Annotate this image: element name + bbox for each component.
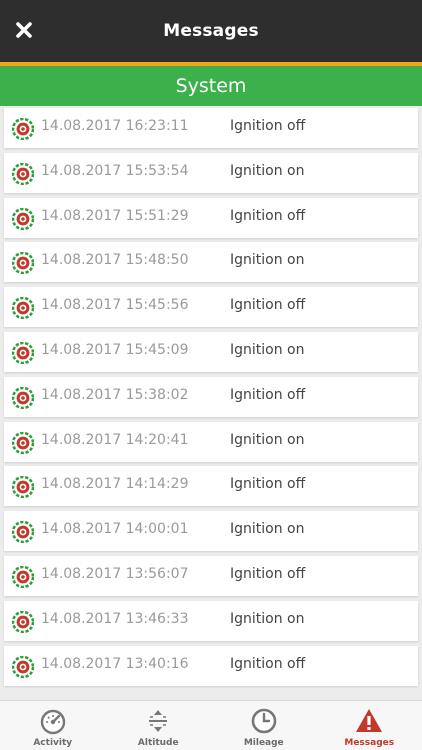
section-header: System bbox=[0, 66, 422, 106]
warning-icon bbox=[355, 707, 383, 735]
message-row[interactable]: 14.08.2017 14:14:29 Ignition off bbox=[4, 466, 418, 507]
message-row[interactable]: 14.08.2017 15:51:29 Ignition off bbox=[4, 197, 418, 238]
message-text: Ignition on bbox=[230, 610, 305, 627]
ignition-status-icon bbox=[11, 341, 35, 365]
message-text: Ignition off bbox=[230, 386, 306, 403]
message-row[interactable]: 14.08.2017 13:40:16 Ignition off bbox=[4, 645, 418, 686]
message-row[interactable]: 14.08.2017 15:53:54 Ignition on bbox=[4, 152, 418, 193]
ignition-status-icon bbox=[11, 207, 35, 230]
message-row[interactable]: 14.08.2017 16:23:11 Ignition off bbox=[4, 108, 418, 148]
tab-altitude[interactable]: Altitude bbox=[106, 701, 212, 750]
message-timestamp: 14.08.2017 13:46:33 bbox=[41, 610, 189, 627]
message-timestamp: 14.08.2017 15:45:56 bbox=[41, 297, 189, 314]
message-text: Ignition off bbox=[230, 118, 306, 134]
tab-label: Altitude bbox=[137, 738, 179, 748]
ignition-status-icon bbox=[11, 431, 35, 454]
message-timestamp: 14.08.2017 14:20:41 bbox=[41, 431, 189, 448]
message-row[interactable]: 14.08.2017 15:38:02 Ignition off bbox=[4, 376, 418, 417]
ignition-status-icon bbox=[11, 117, 35, 141]
bottom-tab-bar: Activity Altitude Mileage Messages bbox=[0, 700, 422, 750]
message-text: Ignition on bbox=[230, 521, 305, 538]
ignition-status-icon bbox=[11, 296, 35, 320]
tab-mileage[interactable]: Mileage bbox=[211, 701, 317, 750]
close-button[interactable] bbox=[12, 18, 36, 42]
ignition-status-icon bbox=[11, 520, 35, 544]
ignition-status-icon bbox=[11, 162, 35, 186]
close-icon bbox=[16, 22, 32, 38]
message-timestamp: 14.08.2017 15:51:29 bbox=[41, 207, 189, 224]
message-timestamp: 14.08.2017 13:40:16 bbox=[41, 655, 189, 672]
message-text: Ignition on bbox=[230, 252, 305, 269]
speedometer-icon bbox=[39, 707, 67, 735]
ignition-status-icon bbox=[11, 655, 35, 678]
message-text: Ignition off bbox=[230, 476, 306, 493]
clock-icon bbox=[250, 707, 278, 735]
message-row[interactable]: 14.08.2017 15:45:09 Ignition on bbox=[4, 332, 418, 372]
page-title: Messages bbox=[163, 21, 259, 41]
message-text: Ignition off bbox=[230, 207, 306, 224]
message-row[interactable]: 14.08.2017 14:20:41 Ignition on bbox=[4, 421, 418, 462]
ignition-status-icon bbox=[11, 610, 35, 634]
message-text: Ignition off bbox=[230, 655, 306, 672]
message-text: Ignition off bbox=[230, 297, 306, 314]
message-timestamp: 14.08.2017 13:56:07 bbox=[41, 566, 189, 582]
message-timestamp: 14.08.2017 14:00:01 bbox=[41, 521, 189, 538]
tab-label: Activity bbox=[33, 738, 73, 748]
message-list[interactable]: 14.08.2017 16:23:11 Ignition off 14.08.201… bbox=[0, 106, 422, 700]
message-timestamp: 14.08.2017 15:53:54 bbox=[41, 162, 189, 179]
message-text: Ignition on bbox=[230, 162, 305, 179]
tab-label: Messages bbox=[344, 738, 395, 748]
message-timestamp: 14.08.2017 15:48:50 bbox=[41, 252, 189, 269]
tab-activity[interactable]: Activity bbox=[0, 701, 106, 750]
message-text: Ignition off bbox=[230, 566, 306, 582]
message-row[interactable]: 14.08.2017 13:46:33 Ignition on bbox=[4, 600, 418, 641]
message-timestamp: 14.08.2017 15:45:09 bbox=[41, 342, 189, 358]
ignition-status-icon bbox=[11, 476, 35, 499]
ignition-status-icon bbox=[11, 252, 35, 275]
message-row[interactable]: 14.08.2017 15:45:56 Ignition off bbox=[4, 287, 418, 328]
message-timestamp: 14.08.2017 15:38:02 bbox=[41, 386, 189, 403]
section-title: System bbox=[175, 75, 247, 97]
ignition-status-icon bbox=[11, 386, 35, 410]
altitude-icon bbox=[144, 707, 172, 735]
app-header: Messages bbox=[0, 0, 422, 62]
message-timestamp: 14.08.2017 16:23:11 bbox=[41, 118, 189, 134]
tab-label: Mileage bbox=[243, 738, 284, 748]
message-text: Ignition on bbox=[230, 431, 305, 448]
message-timestamp: 14.08.2017 14:14:29 bbox=[41, 476, 189, 493]
message-row[interactable]: 14.08.2017 15:48:50 Ignition on bbox=[4, 242, 418, 283]
message-row[interactable]: 14.08.2017 13:56:07 Ignition off bbox=[4, 556, 418, 596]
ignition-status-icon bbox=[11, 565, 35, 589]
message-text: Ignition on bbox=[230, 342, 305, 358]
tab-messages[interactable]: Messages bbox=[317, 701, 422, 750]
message-row[interactable]: 14.08.2017 14:00:01 Ignition on bbox=[4, 511, 418, 552]
